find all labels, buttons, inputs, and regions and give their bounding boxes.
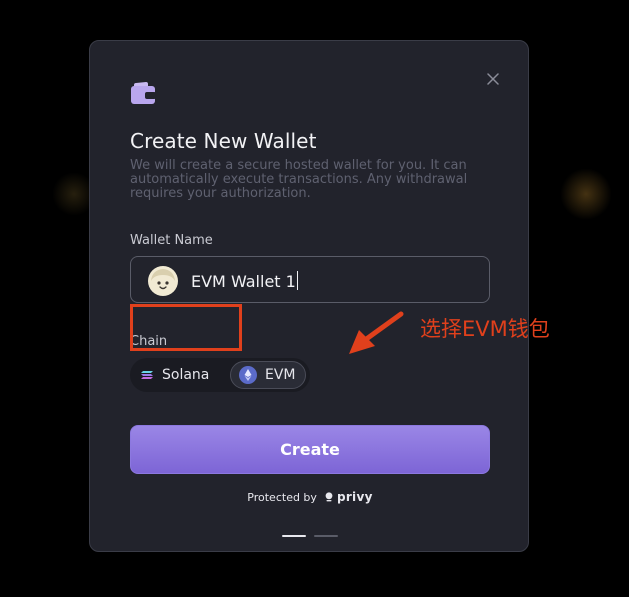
annotation-arrow-icon (349, 311, 404, 354)
avatar (148, 266, 178, 296)
background-glow-right (560, 168, 612, 220)
close-button[interactable] (483, 69, 503, 89)
wallet-name-value: EVM Wallet 1 (191, 271, 298, 291)
solana-icon (141, 371, 153, 379)
chain-selector: Solana EVM (130, 358, 310, 392)
wallet-name-input[interactable]: EVM Wallet 1 (130, 256, 490, 303)
create-button[interactable]: Create (130, 425, 490, 474)
close-icon (487, 73, 499, 85)
footer: Protected by privy (90, 490, 530, 504)
chain-option-label: Solana (162, 367, 210, 383)
modal-title: Create New Wallet (130, 129, 317, 153)
chain-option-label: EVM (265, 367, 296, 383)
annotation-highlight-box (130, 304, 242, 351)
annotation-text: 选择EVM钱包 (420, 317, 550, 341)
text-cursor (296, 271, 298, 290)
wallet-name-label: Wallet Name (130, 233, 213, 248)
chain-option-solana[interactable]: Solana (140, 361, 209, 389)
ethereum-icon (239, 366, 257, 384)
pager-indicator (314, 535, 338, 537)
privy-icon (325, 492, 333, 502)
wallet-icon (131, 82, 156, 104)
create-button-label: Create (280, 440, 340, 459)
privy-logo: privy (336, 490, 373, 504)
footer-text: Protected by (247, 490, 317, 504)
modal-description: We will create a secure hosted wallet fo… (130, 158, 468, 201)
pager-indicator-active (282, 535, 306, 537)
create-wallet-modal: Create New Wallet We will create a secur… (89, 40, 529, 552)
chain-option-evm[interactable]: EVM (230, 361, 306, 389)
